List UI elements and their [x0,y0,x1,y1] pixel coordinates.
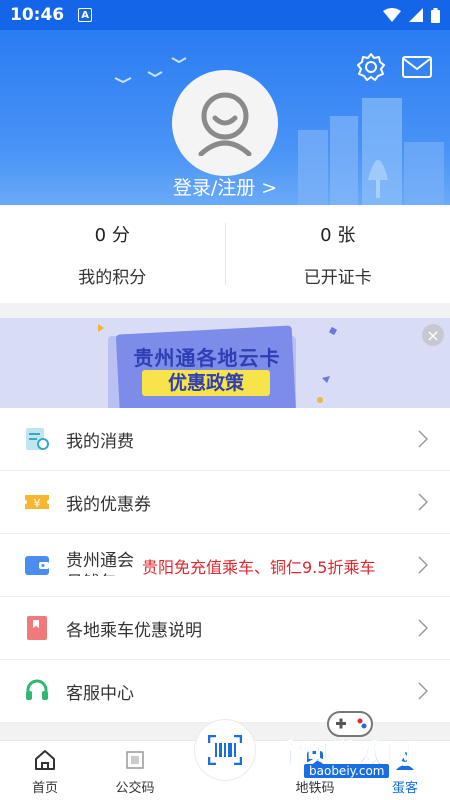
cards-label: 已开证卡 [303,267,372,288]
menu-item-consumption[interactable]: 我的消费 [0,408,450,471]
cards-stat[interactable]: 0 张 已开证卡 [226,205,450,303]
banner-close-icon[interactable]: × [422,324,444,346]
status-time: 10:46 [10,5,65,25]
site-watermark: 宝贝游戏网 baobeiy.com [272,706,450,800]
wifi-icon [383,8,401,22]
avatar[interactable] [172,70,278,176]
menu-item-wallet[interactable]: 贵州通会员钱包 贵阳免充值乘车、铜仁9.5折乘车 [0,534,450,597]
receipt-icon [24,426,50,452]
bookmark-icon [24,615,50,641]
menu-label-consumption: 我的消费 [66,431,134,452]
menu-list: 我的消费 ¥ 我的优惠券 贵州通会员钱包 贵阳免充值乘车、铜仁9.5折乘车 各地… [0,408,450,723]
menu-label-ride-discounts: 各地乘车优惠说明 [66,620,202,641]
status-bar: 10:46 A [0,0,450,30]
scan-button[interactable] [195,720,255,780]
menu-item-coupons[interactable]: ¥ 我的优惠券 [0,471,450,534]
cards-value: 0 张 [320,224,356,246]
home-icon [33,746,57,774]
battery-icon [431,7,440,23]
banner-subtitle: 优惠政策 [142,370,270,396]
menu-label-coupons: 我的优惠券 [66,494,151,515]
menu-label-customer-service: 客服中心 [66,683,134,704]
chevron-right-icon [418,682,428,700]
banner-title: 贵州通各地云卡 [133,346,281,370]
notification-a-icon: A [78,8,93,22]
scan-barcode-icon [208,735,242,765]
wallet-icon [24,552,50,578]
coupon-icon: ¥ [24,489,50,515]
account-stats: 0 分 我的积分 0 张 已开证卡 [0,205,450,303]
promo-banner[interactable]: 贵州通各地云卡 优惠政策 × [0,318,450,408]
chevron-right-icon [418,430,428,448]
points-stat[interactable]: 0 分 我的积分 [0,205,225,303]
points-value: 0 分 [94,224,130,246]
nav-label-home: 首页 [31,781,58,796]
chevron-right-icon [418,493,428,511]
signal-icon [409,8,423,22]
menu-label-wallet: 贵州通会员钱包 [66,551,134,576]
nav-home[interactable]: 首页 [0,741,90,800]
mail-icon[interactable] [402,56,432,78]
headset-icon [24,678,50,704]
menu-item-ride-discounts[interactable]: 各地乘车优惠说明 [0,597,450,660]
nav-label-bus-code: 公交码 [115,781,155,796]
login-register-link[interactable]: 登录/注册 > [0,173,450,200]
wallet-promo-text: 贵阳免充值乘车、铜仁9.5折乘车 [142,558,376,577]
profile-header: 登录/注册 > [0,30,450,205]
chevron-right-icon [418,556,428,574]
chevron-right-icon [418,619,428,637]
points-label: 我的积分 [78,267,147,288]
settings-gear-icon[interactable] [356,52,386,82]
watermark-url: baobeiy.com [304,764,390,778]
nav-bus-code[interactable]: 公交码 [90,741,180,800]
svg-text:¥: ¥ [34,497,41,510]
qr-icon [125,746,145,774]
default-avatar-icon [198,92,252,156]
